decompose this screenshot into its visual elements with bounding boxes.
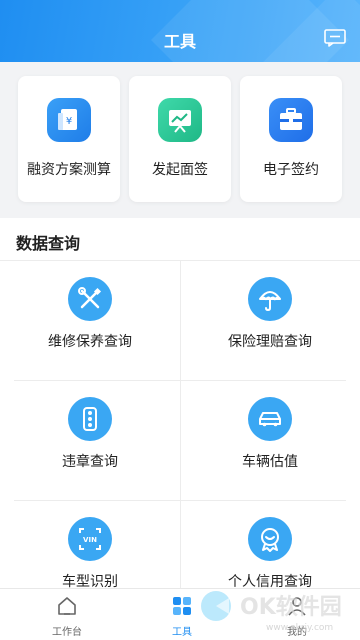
top-header: 工具 xyxy=(0,0,360,62)
umbrella-icon xyxy=(248,277,292,321)
watermark-logo: OK软件园 www.okrjy.com xyxy=(201,591,342,633)
query-item-label: 违章查询 xyxy=(62,453,118,469)
tab-label: 工作台 xyxy=(52,627,82,638)
tool-card-label: 融资方案测算 xyxy=(27,161,111,177)
grid-icon xyxy=(173,597,191,615)
query-item-maintenance[interactable]: 维修保养查询 xyxy=(0,261,180,381)
query-item-violations[interactable]: 违章查询 xyxy=(0,381,180,501)
svg-text:OK软件园: OK软件园 xyxy=(240,594,342,620)
presentation-icon xyxy=(158,98,202,142)
tool-card-finance-calc[interactable]: ¥ 融资方案测算 xyxy=(18,76,120,202)
svg-text:VIN: VIN xyxy=(83,536,97,544)
query-item-valuation[interactable]: 车辆估值 xyxy=(180,381,360,501)
data-query-section: 数据查询 维修保养查询 保险理赔查询 违章查询 车辆估值 VIN 车型识别 个人… xyxy=(0,218,360,640)
svg-text:www.okrjy.com: www.okrjy.com xyxy=(266,623,333,633)
query-item-insurance[interactable]: 保险理赔查询 xyxy=(180,261,360,381)
tool-card-label: 发起面签 xyxy=(152,161,208,177)
tools-icon xyxy=(68,277,112,321)
tool-card-e-contract[interactable]: 电子签约 xyxy=(240,76,342,202)
finance-calc-icon: ¥ xyxy=(47,98,91,142)
vin-scan-icon: VIN xyxy=(68,517,112,561)
section-title: 数据查询 xyxy=(16,236,81,253)
credit-badge-icon xyxy=(248,517,292,561)
message-icon[interactable] xyxy=(324,29,346,47)
svg-text:¥: ¥ xyxy=(66,116,72,127)
home-icon xyxy=(58,597,76,615)
query-item-label: 车辆估值 xyxy=(242,453,298,469)
car-icon xyxy=(248,397,292,441)
query-item-label: 维修保养查询 xyxy=(48,333,132,349)
briefcase-icon xyxy=(269,98,313,142)
page-title: 工具 xyxy=(163,34,196,51)
tool-cards: ¥ 融资方案测算 发起面签 电子签约 xyxy=(0,62,360,218)
query-item-label: 保险理赔查询 xyxy=(228,333,312,349)
tab-workbench[interactable]: 工作台 xyxy=(27,589,107,640)
tool-card-start-signing[interactable]: 发起面签 xyxy=(129,76,231,202)
tool-card-label: 电子签约 xyxy=(263,161,319,177)
traffic-light-icon xyxy=(68,397,112,441)
